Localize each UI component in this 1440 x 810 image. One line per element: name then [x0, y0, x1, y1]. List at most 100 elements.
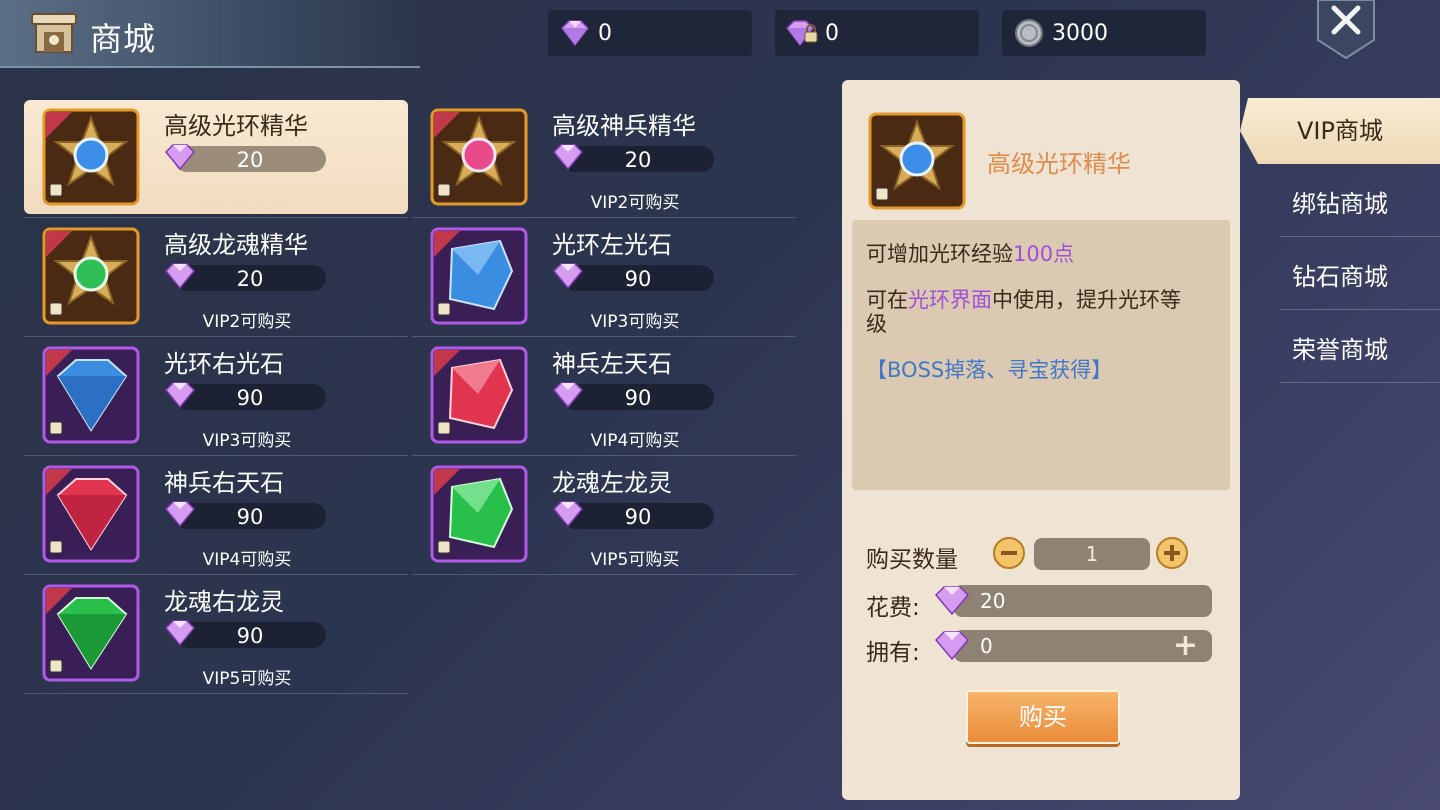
dragon-essence-icon [42, 227, 140, 325]
row-divider [24, 336, 408, 337]
recharge-plus-icon[interactable]: + [1173, 630, 1198, 662]
shop-item[interactable]: 高级神兵精华 20 VIP2可购买 [412, 100, 796, 218]
title-bar: 商城 [0, 0, 420, 68]
item-price-bar: 90 [164, 501, 326, 529]
bound-diamond-balance: 0 [775, 10, 979, 56]
item-vip-requirement: VIP3可购买 [590, 312, 680, 332]
item-vip-requirement: VIP4可购买 [202, 550, 292, 570]
item-name: 龙魂左龙灵 [552, 469, 672, 497]
lock-icon [437, 183, 451, 197]
item-name: 光环左光石 [552, 231, 672, 259]
item-price-bar: 90 [552, 501, 714, 529]
item-vip-requirement: VIP2可购买 [202, 312, 292, 332]
lock-icon [49, 421, 63, 435]
page-title: 商城 [90, 20, 157, 58]
tab-honor-shop[interactable]: 荣誉商城 [1240, 317, 1440, 383]
item-price: 20 [624, 148, 652, 172]
owned-label: 拥有: [866, 640, 920, 666]
item-vip-requirement: VIP5可购买 [202, 669, 292, 689]
quantity-input[interactable]: 1 [1034, 538, 1150, 570]
item-name: 神兵左天石 [552, 350, 672, 378]
lock-icon [437, 302, 451, 316]
aura-essence-icon [42, 108, 140, 206]
lock-icon [437, 421, 451, 435]
shop-item[interactable]: 高级光环精华 20 VIP2可购买 [24, 100, 408, 218]
silver-coin-icon [1015, 19, 1043, 47]
item-name: 光环右光石 [164, 350, 284, 378]
row-divider [412, 574, 796, 575]
row-divider [412, 217, 796, 218]
shop-item[interactable]: 神兵左天石 90 VIP4可购买 [412, 338, 796, 456]
item-description: 可增加光环经验100点 可在光环界面中使用，提升光环等 级 【BOSS掉落、寻宝… [852, 220, 1230, 490]
minus-icon [1001, 551, 1017, 555]
shop-item[interactable]: 龙魂右龙灵 90 VIP5可购买 [24, 576, 408, 694]
lock-icon [437, 540, 451, 554]
cost-value: 20 [980, 589, 1006, 613]
description-line: 可增加光环经验100点 [866, 242, 1075, 266]
item-vip-requirement: VIP3可购买 [202, 431, 292, 451]
diamond-icon [934, 586, 970, 616]
diamond-balance-value: 0 [598, 20, 612, 46]
dragon-right-spirit-icon [42, 584, 140, 682]
item-price: 90 [624, 386, 652, 410]
item-price-bar: 20 [552, 144, 714, 172]
lock-icon [49, 540, 63, 554]
item-price: 90 [624, 505, 652, 529]
row-divider [24, 574, 408, 575]
tab-bound-diamond-shop[interactable]: 绑钻商城 [1240, 171, 1440, 237]
buy-button[interactable]: 购买 [966, 690, 1120, 744]
row-divider [24, 217, 408, 218]
lock-icon [875, 187, 889, 201]
item-source: 【BOSS掉落、寻宝获得】 [866, 358, 1113, 382]
diamond-balance: 0 [548, 10, 752, 56]
weapon-left-stone-icon [430, 346, 528, 444]
shop-item[interactable]: 光环左光石 90 VIP3可购买 [412, 219, 796, 337]
item-name: 高级龙魂精华 [164, 231, 308, 259]
item-name: 高级神兵精华 [552, 112, 696, 140]
item-price: 20 [236, 267, 264, 291]
decrease-quantity-button[interactable] [992, 536, 1026, 570]
item-vip-requirement: VIP5可购买 [590, 550, 680, 570]
silver-balance-value: 3000 [1052, 20, 1108, 46]
item-name: 龙魂右龙灵 [164, 588, 284, 616]
tab-vip-shop[interactable]: VIP商城 [1240, 98, 1440, 164]
shop-item[interactable]: 龙魂左龙灵 90 VIP5可购买 [412, 457, 796, 575]
shop-item[interactable]: 神兵右天石 90 VIP4可购买 [24, 457, 408, 575]
item-name: 神兵右天石 [164, 469, 284, 497]
close-button[interactable] [1314, 0, 1378, 60]
diamond-icon [561, 20, 589, 47]
item-price-bar: 90 [164, 620, 326, 648]
aura-essence-icon [868, 112, 966, 210]
description-line: 可在光环界面中使用，提升光环等 [866, 288, 1181, 312]
lock-icon [49, 659, 63, 673]
row-divider [412, 455, 796, 456]
item-detail-panel: 高级光环精华 可增加光环经验100点 可在光环界面中使用，提升光环等 级 【BO… [842, 80, 1240, 800]
increase-quantity-button[interactable] [1155, 536, 1189, 570]
aura-right-stone-icon [42, 346, 140, 444]
cost-field: 20 [934, 585, 1212, 617]
item-price: 90 [236, 505, 264, 529]
weapon-right-stone-icon [42, 465, 140, 563]
row-divider [24, 693, 408, 694]
description-line: 级 [866, 312, 887, 336]
owned-field: 0 + [934, 630, 1212, 662]
item-vip-requirement: VIP2可购买 [202, 193, 292, 213]
shop-item[interactable]: 高级龙魂精华 20 VIP2可购买 [24, 219, 408, 337]
item-vip-requirement: VIP2可购买 [590, 193, 680, 213]
tab-diamond-shop[interactable]: 钻石商城 [1240, 244, 1440, 310]
item-price-bar: 90 [552, 382, 714, 410]
lock-icon [49, 302, 63, 316]
bound-diamond-icon [786, 20, 818, 47]
owned-value: 0 [980, 634, 993, 658]
aura-left-stone-icon [430, 227, 528, 325]
dragon-left-spirit-icon [430, 465, 528, 563]
item-price: 20 [236, 148, 264, 172]
shop-item[interactable]: 光环右光石 90 VIP3可购买 [24, 338, 408, 456]
item-price: 90 [624, 267, 652, 291]
row-divider [412, 336, 796, 337]
silver-balance: 3000 [1002, 10, 1206, 56]
item-price-bar: 90 [164, 382, 326, 410]
cost-label: 花费: [866, 595, 920, 621]
diamond-icon [934, 631, 970, 661]
item-price: 90 [236, 624, 264, 648]
